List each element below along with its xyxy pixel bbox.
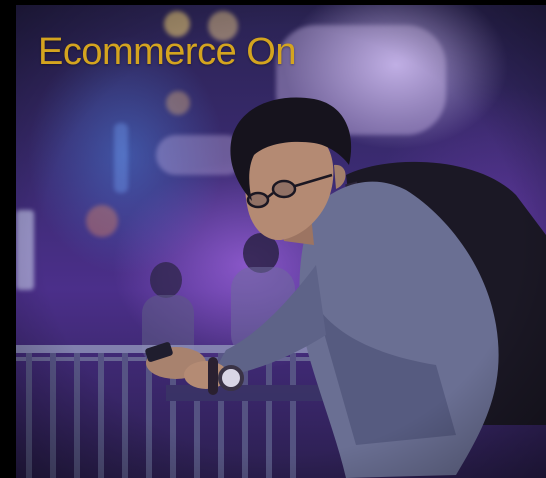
vignette xyxy=(16,5,546,478)
hero-photo xyxy=(16,5,546,478)
headline-title: Ecommerce On xyxy=(38,31,296,73)
scene-illustration xyxy=(16,5,546,478)
slide-frame: Ecommerce On xyxy=(0,0,546,478)
